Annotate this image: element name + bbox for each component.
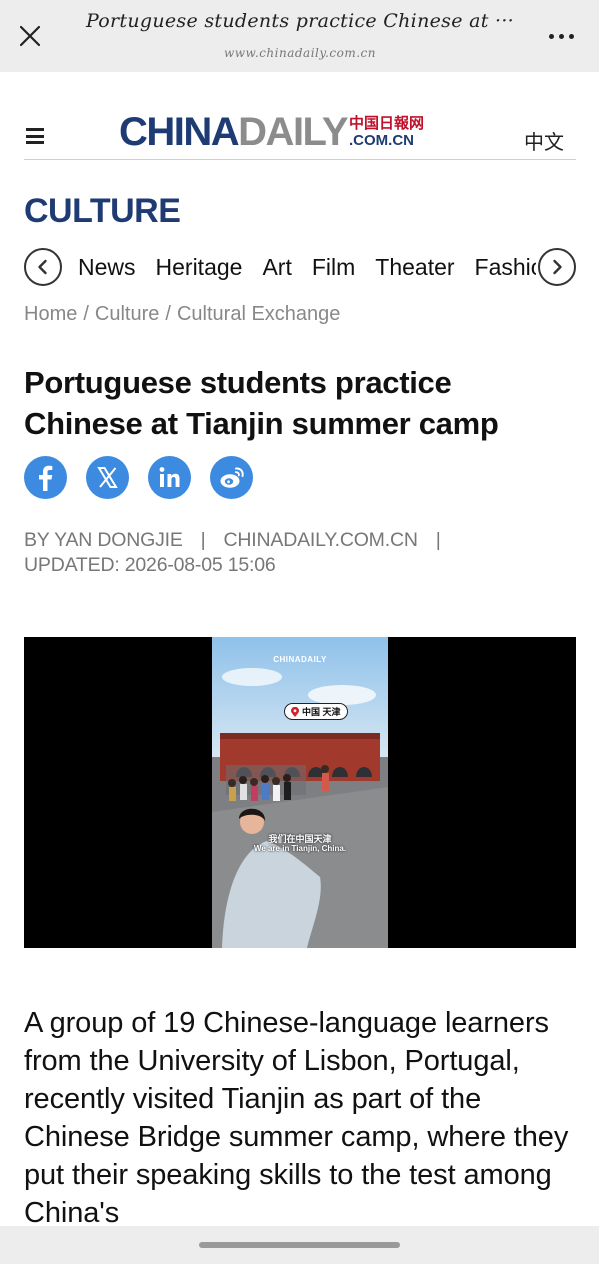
chinese-language-link[interactable]: 中文 — [524, 126, 564, 155]
weibo-share-button[interactable] — [210, 456, 253, 499]
video-scene-illustration — [212, 637, 388, 948]
home-indicator[interactable] — [199, 1242, 400, 1248]
facebook-icon — [39, 465, 53, 491]
share-buttons — [24, 456, 253, 499]
video-subtitle-english: We are in Tianjin, China. — [253, 844, 347, 853]
close-icon — [19, 25, 41, 47]
location-pin-icon — [291, 706, 299, 717]
breadcrumb-cultural-exchange[interactable]: Cultural Exchange — [177, 303, 340, 325]
weibo-icon — [220, 467, 244, 488]
nav-item-theater[interactable]: Theater — [375, 254, 454, 281]
nav-item-fashion[interactable]: Fashion — [475, 254, 536, 281]
category-nav-items: News Heritage Art Film Theater Fashion — [78, 247, 536, 287]
video-location-tag: 中国 天津 — [284, 703, 348, 720]
breadcrumb-culture[interactable]: Culture — [95, 303, 159, 325]
category-nav: News Heritage Art Film Theater Fashion — [24, 247, 576, 287]
video-frame: CHINADAILY 中国 天津 我们在中国天津 We are in Tianj… — [212, 637, 388, 948]
nav-item-art[interactable]: Art — [262, 254, 291, 281]
browser-top-bar: Portuguese students practice Chinese at … — [0, 0, 599, 72]
video-watermark: CHINADAILY — [273, 655, 327, 664]
logo-china-text: CHINA — [119, 109, 240, 154]
china-daily-logo[interactable]: CHINA DAILY 中国日報网 .COM.CN — [119, 109, 425, 154]
chevron-right-icon — [553, 259, 562, 275]
linkedin-icon — [159, 467, 180, 487]
hamburger-menu-icon[interactable] — [26, 128, 44, 144]
more-options-button[interactable] — [545, 22, 577, 50]
close-button[interactable] — [14, 20, 46, 52]
nav-item-heritage[interactable]: Heritage — [156, 254, 243, 281]
byline-author: BY YAN DONGJIE — [24, 529, 183, 551]
nav-prev-button[interactable] — [24, 248, 62, 286]
section-title[interactable]: CULTURE — [24, 192, 181, 231]
x-icon — [97, 467, 118, 488]
linkedin-share-button[interactable] — [148, 456, 191, 499]
system-bottom-bar — [0, 1226, 599, 1264]
logo-domain-text: .COM.CN — [349, 132, 414, 149]
article-video-player[interactable]: CHINADAILY 中国 天津 我们在中国天津 We are in Tianj… — [24, 637, 576, 948]
breadcrumb-home[interactable]: Home — [24, 303, 77, 325]
chevron-left-icon — [38, 259, 47, 275]
logo-daily-text: DAILY — [238, 109, 348, 154]
nav-next-button[interactable] — [538, 248, 576, 286]
more-dots-icon — [548, 33, 554, 39]
byline-source: CHINADAILY.COM.CN — [223, 529, 418, 551]
article-headline: Portuguese students practice Chinese at … — [24, 365, 499, 441]
article-body-paragraph: A group of 19 Chinese-language learners … — [24, 1007, 569, 1229]
nav-item-news[interactable]: News — [78, 254, 136, 281]
facebook-share-button[interactable] — [24, 456, 67, 499]
logo-chinese-text: 中国日報网 — [349, 115, 425, 132]
browser-page-title: Portuguese students practice Chinese at … — [85, 10, 514, 32]
byline-updated: UPDATED: 2026-08-05 15:06 — [24, 554, 276, 576]
site-header: CHINA DAILY 中国日報网 .COM.CN 中文 — [24, 104, 576, 160]
breadcrumb: Home / Culture / Cultural Exchange — [24, 303, 341, 325]
x-share-button[interactable] — [86, 456, 129, 499]
nav-item-film[interactable]: Film — [312, 254, 355, 281]
article-byline: BY YAN DONGJIE | CHINADAILY.COM.CN | UPDATE… — [24, 529, 441, 576]
browser-url: www.chinadaily.com.cn — [224, 46, 376, 60]
